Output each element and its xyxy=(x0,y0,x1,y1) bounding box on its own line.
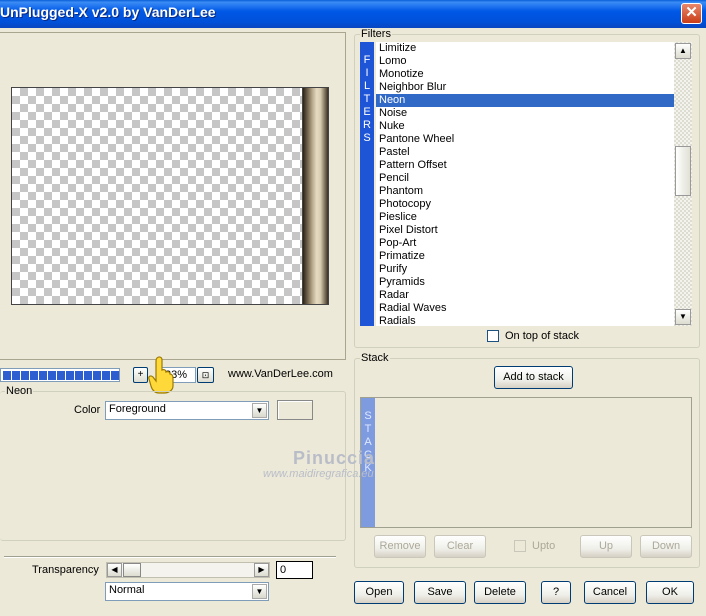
window-title: UnPlugged-X v2.0 by VanDerLee xyxy=(0,4,216,20)
save-button[interactable]: Save xyxy=(414,581,466,604)
blend-mode-dropdown[interactable]: Normal ▼ xyxy=(105,582,269,601)
progress-segment xyxy=(111,371,119,380)
progress-segment xyxy=(75,371,83,380)
on-top-of-stack-label[interactable]: On top of stack xyxy=(505,330,579,342)
open-button[interactable]: Open xyxy=(354,581,404,604)
remove-button[interactable]: Remove xyxy=(374,535,426,558)
progress-segment xyxy=(57,371,65,380)
progress-segment xyxy=(66,371,74,380)
filter-list-item[interactable]: Pieslice xyxy=(376,211,674,224)
filter-list-item[interactable]: Radial Waves xyxy=(376,302,674,315)
filter-list-item[interactable]: Purify xyxy=(376,263,674,276)
upto-label[interactable]: Upto xyxy=(532,540,555,552)
close-button[interactable]: ✕ xyxy=(681,3,702,24)
chevron-down-icon[interactable]: ▼ xyxy=(252,584,267,599)
sidebar-letter: S xyxy=(363,132,371,144)
progress-segment xyxy=(48,371,56,380)
ok-button[interactable]: OK xyxy=(646,581,694,604)
preview-canvas[interactable] xyxy=(11,87,303,305)
filter-list-item[interactable]: Radar xyxy=(376,289,674,302)
progress-segment xyxy=(39,371,47,380)
sidebar-letter: L xyxy=(363,80,371,92)
progress-segment xyxy=(12,371,20,380)
zoom-fit-icon[interactable]: ⊡ xyxy=(197,367,214,383)
progress-segment xyxy=(93,371,101,380)
slider-right-arrow-icon[interactable]: ▶ xyxy=(254,563,269,577)
filter-list-item[interactable]: Pixel Distort xyxy=(376,224,674,237)
sidebar-letter: I xyxy=(365,67,369,79)
filter-list-item[interactable]: Pattern Offset xyxy=(376,159,674,172)
stack-group-title: Stack xyxy=(360,352,390,364)
filter-list-item[interactable]: Phantom xyxy=(376,185,674,198)
chevron-down-icon[interactable]: ▼ xyxy=(252,403,267,418)
transparency-label: Transparency xyxy=(32,564,99,576)
filter-list-item[interactable]: Pencil xyxy=(376,172,674,185)
sidebar-letter: R xyxy=(363,119,371,131)
color-dropdown-value: Foreground xyxy=(109,403,166,415)
scroll-down-icon[interactable]: ▼ xyxy=(675,309,691,325)
progress-segment xyxy=(102,371,110,380)
filter-list-item[interactable]: Radials xyxy=(376,315,674,326)
filter-list-item[interactable]: Pastel xyxy=(376,146,674,159)
progress-segment xyxy=(3,371,11,380)
help-button[interactable]: ? xyxy=(541,581,571,604)
progress-segment xyxy=(21,371,29,380)
color-dropdown[interactable]: Foreground ▼ xyxy=(105,401,269,420)
blend-mode-value: Normal xyxy=(109,584,145,596)
filter-list-item[interactable]: Limitize xyxy=(376,42,674,55)
filter-list-scrollbar[interactable]: ▲ ▼ xyxy=(674,42,692,326)
upto-checkbox[interactable] xyxy=(514,540,526,552)
divider xyxy=(4,556,336,558)
scroll-thumb[interactable] xyxy=(675,146,691,196)
transparency-value-field[interactable]: 0 xyxy=(276,561,313,579)
watermark-url: www.maidiregrafica.eu xyxy=(263,468,374,480)
preview-neon-edge xyxy=(302,87,329,305)
sidebar-letter: F xyxy=(363,54,371,66)
transparency-slider[interactable]: ◀ ▶ xyxy=(106,562,270,578)
watermark-title: Pinuccia xyxy=(293,448,376,468)
move-down-button[interactable]: Down xyxy=(640,535,692,558)
slider-left-arrow-icon[interactable]: ◀ xyxy=(107,563,122,577)
filter-list-item[interactable]: Lomo xyxy=(376,55,674,68)
filter-list-item[interactable]: Pyramids xyxy=(376,276,674,289)
color-swatch-button[interactable] xyxy=(277,400,313,420)
progress-segment xyxy=(84,371,92,380)
filter-list-item[interactable]: Photocopy xyxy=(376,198,674,211)
progress-segment xyxy=(30,371,38,380)
cancel-button[interactable]: Cancel xyxy=(584,581,636,604)
stack-list[interactable] xyxy=(360,397,692,528)
vanderlee-link[interactable]: www.VanDerLee.com xyxy=(228,368,333,380)
filter-list-item[interactable]: Noise xyxy=(376,107,674,120)
color-label: Color xyxy=(74,404,101,416)
slider-thumb[interactable] xyxy=(123,563,141,577)
filters-sidebar-label: FILTERS xyxy=(360,42,374,326)
filter-list-item[interactable]: Neon xyxy=(376,94,674,107)
sidebar-letter: E xyxy=(363,106,371,118)
move-up-button[interactable]: Up xyxy=(580,535,632,558)
filter-list-item[interactable]: Primatize xyxy=(376,250,674,263)
progress-bar xyxy=(0,368,120,382)
neon-group-title: Neon xyxy=(5,385,34,397)
filter-list-item[interactable]: Monotize xyxy=(376,68,674,81)
on-top-of-stack-checkbox[interactable] xyxy=(487,330,499,342)
filter-list-item[interactable]: Neighbor Blur xyxy=(376,81,674,94)
filter-list[interactable]: Limitize Lomo Monotize Neighbor Blur Neon Noi… xyxy=(376,42,674,326)
zoom-in-button[interactable]: + xyxy=(133,367,148,383)
sidebar-letter: T xyxy=(363,93,371,105)
delete-button[interactable]: Delete xyxy=(474,581,526,604)
pointing-hand-icon xyxy=(148,356,174,394)
scroll-up-icon[interactable]: ▲ xyxy=(675,43,691,59)
filter-list-item[interactable]: Pop-Art xyxy=(376,237,674,250)
sidebar-letter: T xyxy=(364,423,372,435)
filters-group-title: Filters xyxy=(360,28,392,40)
filter-list-item[interactable]: Nuke xyxy=(376,120,674,133)
filter-list-item[interactable]: Pantone Wheel xyxy=(376,133,674,146)
clear-button[interactable]: Clear xyxy=(434,535,486,558)
add-to-stack-button[interactable]: Add to stack xyxy=(494,366,573,389)
sidebar-letter: S xyxy=(364,410,372,422)
